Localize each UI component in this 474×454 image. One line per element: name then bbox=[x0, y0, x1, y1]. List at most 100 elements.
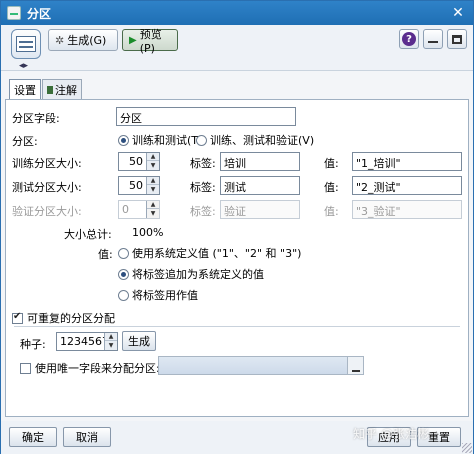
test-value-label: 值: bbox=[324, 181, 339, 194]
test-size-value: 50 bbox=[129, 179, 143, 192]
tab-bar: 设置 注解 bbox=[9, 79, 83, 100]
maximize-icon bbox=[452, 34, 462, 44]
train-tag-label: 标签: bbox=[190, 157, 216, 170]
unique-field-select[interactable] bbox=[158, 356, 364, 375]
watermark: 知乎 @张浩彬 bbox=[353, 427, 429, 441]
radio-append-labels[interactable]: 将标签追加为系统定义的值 bbox=[118, 266, 264, 282]
partitions-label: 分区: bbox=[12, 135, 38, 148]
test-size-label: 测试分区大小: bbox=[12, 181, 82, 194]
title-bar: 分区 ✕ bbox=[1, 1, 473, 25]
seed-generate-label: 生成 bbox=[128, 335, 150, 348]
total-size-label: 大小总计: bbox=[64, 228, 112, 241]
maximize-button[interactable] bbox=[447, 29, 467, 49]
radio-system-values-label: 使用系统定义值 ("1"、"2" 和 "3") bbox=[132, 247, 302, 260]
train-size-spinner[interactable]: 50 ▲ ▼ bbox=[118, 152, 160, 171]
partition-dialog: 分区 ✕ ◂▸ ✲ 生成(G) ▶ 预览(P) ? 设置 注解 分区字段: 分区… bbox=[0, 0, 474, 454]
radio-train-test-validate[interactable]: 训练、测试和验证(V) bbox=[196, 132, 314, 148]
generate-button[interactable]: ✲ 生成(G) bbox=[48, 29, 118, 51]
tab-settings[interactable]: 设置 bbox=[9, 79, 41, 100]
train-tag-input[interactable]: 培训 bbox=[220, 152, 300, 171]
spin-down-icon[interactable]: ▼ bbox=[147, 185, 159, 193]
test-tag-input[interactable]: 测试 bbox=[220, 176, 300, 195]
train-value-label: 值: bbox=[324, 157, 339, 170]
validate-value-input: "3_验证" bbox=[352, 200, 462, 219]
partition-field-input[interactable]: 分区 bbox=[116, 107, 296, 126]
unique-field-label: 使用唯一字段来分配分区: bbox=[35, 362, 160, 375]
resize-grip-icon[interactable] bbox=[462, 443, 472, 453]
seed-label: 种子: bbox=[20, 338, 46, 351]
repeatable-label: 可重复的分区分配 bbox=[27, 312, 115, 325]
radio-system-values[interactable]: 使用系统定义值 ("1"、"2" 和 "3") bbox=[118, 245, 301, 261]
train-size-label: 训练分区大小: bbox=[12, 157, 82, 170]
unique-field-checkbox[interactable]: 使用唯一字段来分配分区: bbox=[20, 360, 160, 376]
train-value-input[interactable]: "1_培训" bbox=[352, 152, 462, 171]
seed-generate-button[interactable]: 生成 bbox=[122, 331, 156, 351]
tab-settings-label: 设置 bbox=[14, 84, 36, 97]
validate-tag-label: 标签: bbox=[190, 205, 216, 218]
train-size-value: 50 bbox=[129, 155, 143, 168]
radio-indicator bbox=[118, 134, 129, 146]
picker-glyph bbox=[351, 370, 360, 372]
radio-train-test-validate-label: 训练、测试和验证(V) bbox=[210, 134, 315, 147]
spinner-buttons[interactable]: ▲ ▼ bbox=[104, 333, 117, 350]
spin-up-icon: ▲ bbox=[147, 201, 159, 209]
validate-value-label: 值: bbox=[324, 205, 339, 218]
partition-icon bbox=[16, 36, 36, 52]
seed-spinner[interactable]: 1234567 ▲ ▼ bbox=[56, 332, 118, 351]
radio-train-test-label: 训练和测试(T) bbox=[132, 134, 203, 147]
generate-icon: ✲ bbox=[55, 33, 65, 47]
dialog-footer: 确定 取消 应用 重置 知乎 @张浩彬 bbox=[1, 421, 473, 454]
spin-down-icon[interactable]: ▼ bbox=[147, 161, 159, 169]
test-tag-label: 标签: bbox=[190, 181, 216, 194]
partition-node-icon bbox=[7, 6, 21, 20]
partition-field-label: 分区字段: bbox=[12, 112, 60, 125]
reset-label: 重置 bbox=[428, 431, 450, 444]
generate-label: 生成(G) bbox=[67, 34, 107, 47]
values-label: 值: bbox=[98, 248, 113, 261]
close-icon[interactable]: ✕ bbox=[449, 4, 467, 22]
ok-button[interactable]: 确定 bbox=[9, 427, 57, 447]
validate-size-spinner: 0 ▲ ▼ bbox=[118, 200, 160, 219]
spin-up-icon[interactable]: ▲ bbox=[105, 333, 117, 341]
preview-label: 预览(P) bbox=[139, 27, 162, 55]
tab-annotations[interactable]: 注解 bbox=[42, 79, 82, 99]
test-value-input[interactable]: "2_测试" bbox=[352, 176, 462, 195]
spin-up-icon[interactable]: ▲ bbox=[147, 177, 159, 185]
spin-up-icon[interactable]: ▲ bbox=[147, 153, 159, 161]
play-icon: ▶ bbox=[129, 34, 137, 46]
minimize-icon bbox=[428, 41, 438, 43]
spin-down-icon[interactable]: ▼ bbox=[105, 341, 117, 349]
spin-down-icon: ▼ bbox=[150, 209, 156, 217]
cancel-label: 取消 bbox=[76, 431, 98, 444]
radio-indicator bbox=[118, 289, 129, 301]
spinner-buttons[interactable]: ▲ ▼ bbox=[146, 153, 159, 170]
arrows-icon: ◂▸ bbox=[19, 61, 29, 71]
preview-button[interactable]: ▶ 预览(P) bbox=[122, 28, 178, 55]
radio-labels-as-values[interactable]: 将标签用作值 bbox=[118, 287, 198, 303]
divider bbox=[14, 326, 460, 327]
cancel-button[interactable]: 取消 bbox=[63, 427, 111, 447]
test-size-spinner[interactable]: 50 ▲ ▼ bbox=[118, 176, 160, 195]
spinner-buttons[interactable]: ▲ ▼ bbox=[146, 177, 159, 194]
toolbar: ◂▸ ✲ 生成(G) ▶ 预览(P) ? bbox=[1, 25, 473, 71]
help-icon: ? bbox=[402, 32, 416, 46]
validate-tag-input: 验证 bbox=[220, 200, 300, 219]
window-title: 分区 bbox=[27, 6, 52, 21]
help-button[interactable]: ? bbox=[399, 29, 419, 49]
radio-labels-as-values-label: 将标签用作值 bbox=[132, 289, 198, 302]
repeatable-checkbox[interactable]: 可重复的分区分配 bbox=[12, 310, 115, 326]
radio-indicator bbox=[196, 134, 207, 146]
spinner-buttons: ▲ ▼ bbox=[146, 201, 159, 218]
tab-annotations-label: 注解 bbox=[55, 83, 77, 97]
seed-value: 1234567 bbox=[60, 335, 109, 348]
checkbox-indicator bbox=[12, 311, 23, 324]
minimize-button[interactable] bbox=[423, 29, 443, 49]
ok-label: 确定 bbox=[22, 431, 44, 444]
validate-size-value: 0 bbox=[122, 203, 129, 216]
annotation-icon bbox=[47, 85, 53, 94]
checkbox-indicator bbox=[20, 362, 31, 374]
radio-indicator bbox=[118, 247, 129, 259]
field-picker-icon[interactable] bbox=[347, 357, 363, 374]
radio-indicator bbox=[118, 268, 129, 280]
radio-train-test[interactable]: 训练和测试(T) bbox=[118, 132, 202, 148]
